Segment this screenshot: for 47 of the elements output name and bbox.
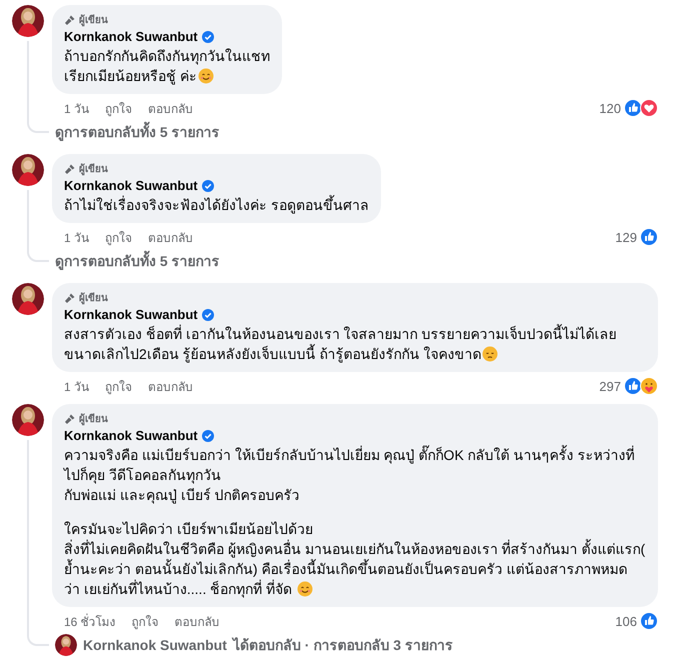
reaction-count[interactable]: 129: [615, 230, 637, 244]
author-badge-label: ผู้เขียน: [79, 13, 108, 27]
avatar[interactable]: [12, 5, 44, 37]
view-replies-link[interactable]: ดูการตอบกลับทั้ง 5 รายการ: [55, 250, 220, 272]
care-reaction-icon[interactable]: [640, 377, 658, 395]
comment-text: ใครมันจะไปคิดว่า เบียร์พาเมียน้อยไปด้วย สิ่งที่ไม่เคยคิดฝันในชีวิตคือ ผู้หญิงคนอื่น มานอนเยเย่กันในห้องหอของเรา ที่สร้างกันมา ตั้งแต่แรก( ย้ำนะคะว่า ตอนนั้นยังไม่เลิกกัน) คือเรื่องนี้มันเกิดขึ้นตอนยังเป็นครอบครัว แต่น้องสารภาพหมด ว่า เยเย่กันที่ไหนบ้าง..... ช็อกทุกที่ ที่จัด: [64, 520, 646, 599]
like-link[interactable]: ถูกใจ: [105, 228, 132, 246]
reply-author-name[interactable]: Kornkanok Suwanbut: [83, 637, 227, 653]
like-link[interactable]: ถูกใจ: [105, 98, 132, 118]
like-reaction-icon[interactable]: [640, 228, 658, 246]
comment-time[interactable]: 16 ชั่วโมง: [64, 612, 116, 630]
reaction-count[interactable]: 120: [599, 100, 621, 116]
reaction-count[interactable]: 297: [599, 378, 621, 394]
love-reaction-icon[interactable]: [640, 99, 658, 117]
like-link[interactable]: ถูกใจ: [132, 612, 159, 630]
comment-time[interactable]: 1 วัน: [64, 98, 90, 118]
comment-time[interactable]: 1 วัน: [64, 228, 90, 246]
author-name[interactable]: Kornkanok Suwanbut: [64, 307, 198, 322]
like-reaction-icon[interactable]: [624, 377, 642, 395]
author-badge-label: ผู้เขียน: [79, 162, 108, 176]
avatar[interactable]: [55, 634, 77, 656]
comment-text: ถ้าไม่ใช่เรื่องจริงจะฟ้องได้ยังไงค่ะ รอดูตอนขึ้นศาล: [64, 195, 369, 215]
author-name[interactable]: Kornkanok Suwanbut: [64, 29, 198, 44]
reply-link[interactable]: ตอบกลับ: [148, 376, 194, 396]
reply-link[interactable]: ตอบกลับ: [148, 228, 194, 246]
reply-summary-link[interactable]: ได้ตอบกลับ · การตอบกลับ 3 รายการ: [232, 634, 453, 656]
comment-text: สงสารตัวเอง ช็อตที่ เอากันในห้องนอนของเรา ใจสลายมาก บรรยายความเจ็บปวดนี้ไม่ได้เลย ขนาดเลิกไป2เดือน รู้ย้อนหลังยังเจ็บแบบนี้ ถ้ารู้ตอนยังรักกัน ใจคงขาด: [64, 324, 618, 364]
reply-link[interactable]: ตอบกลับ: [148, 98, 194, 118]
thread-connector-line: [27, 630, 49, 646]
view-replies-link[interactable]: ดูการตอบกลับทั้ง 5 รายการ: [55, 121, 220, 143]
avatar[interactable]: [12, 154, 44, 186]
thread-connector-line: [27, 117, 49, 133]
reply-link[interactable]: ตอบกลับ: [174, 612, 220, 630]
comment-text: ความจริงคือ แม่เบียร์บอกว่า ให้เบียร์กลับบ้านไปเยี่ยม คุณปู่ ตั๊กก็OK กลับใต้ นานๆครั้ง ระหว่างที่ไปก็คุย วีดีโอคอลกันทุกวัน กับพ่อแม่ และคุณปู่ เบียร์ ปกติครอบครัว: [64, 445, 636, 505]
comment-text: ถ้าบอกรักกันคิดถึงกันทุกวันในแชท เรียกเมียน้อยหรือชู้ ค่ะ: [64, 47, 270, 86]
author-name[interactable]: Kornkanok Suwanbut: [64, 428, 198, 443]
author-badge-label: ผู้เขียน: [79, 412, 108, 426]
avatar[interactable]: [12, 404, 44, 436]
avatar[interactable]: [12, 283, 44, 315]
like-reaction-icon[interactable]: [624, 99, 642, 117]
reaction-count[interactable]: 106: [615, 614, 637, 628]
like-reaction-icon[interactable]: [640, 612, 658, 630]
like-link[interactable]: ถูกใจ: [105, 376, 132, 396]
author-badge-label: ผู้เขียน: [79, 291, 108, 305]
author-name[interactable]: Kornkanok Suwanbut: [64, 178, 198, 193]
comment-time[interactable]: 1 วัน: [64, 376, 90, 396]
thread-connector-line: [27, 246, 49, 262]
